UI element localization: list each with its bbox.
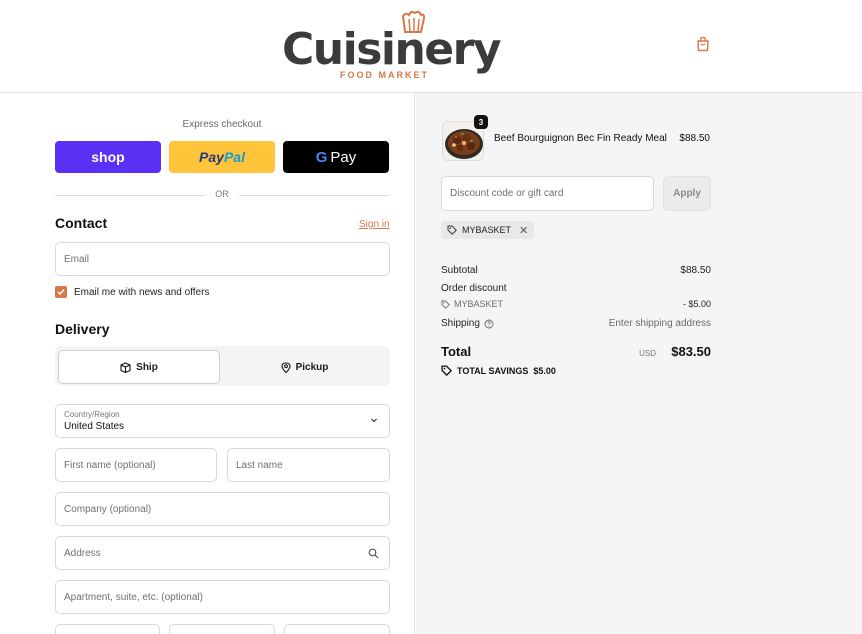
location-pin-icon [281,361,291,373]
city-field[interactable] [55,624,160,634]
tag-icon [447,225,457,235]
tab-pickup-label: Pickup [295,361,329,373]
tag-icon [441,365,452,376]
checkmark-icon [57,289,65,296]
google-pay-label: Pay [330,148,357,166]
address-field[interactable] [55,536,390,570]
brand-tagline: FOOD MARKET [340,70,429,80]
address-input[interactable] [64,547,389,559]
newsletter-option[interactable]: Email me with news and offers [55,286,209,298]
subtotal-label: Subtotal [441,265,478,276]
chevron-down-icon [371,418,377,423]
shop-pay-label: shop [91,149,125,165]
paypal-button[interactable]: Pay Pal [169,141,275,173]
shopping-bag-icon[interactable] [695,36,711,52]
country-value: United States [64,421,125,432]
total-value: $83.50 [671,344,711,359]
remove-discount-icon[interactable]: ✕ [519,224,528,237]
email-input[interactable] [64,253,389,265]
or-divider: OR [55,189,389,201]
company-field[interactable] [55,492,390,526]
shipping-label: Shipping [441,318,480,329]
box-icon [120,361,131,373]
last-name-field[interactable] [227,448,390,482]
shop-pay-button[interactable]: shop [55,141,161,173]
total-currency: USD [639,349,656,358]
apply-discount-button[interactable]: Apply [663,176,711,211]
paypal-label-b: Pal [223,149,245,165]
total-savings: TOTAL SAVINGS $5.00 [441,365,556,376]
site-header: Cuisinery FOOD MARKET [0,0,862,93]
discount-value: - $5.00 [682,299,711,309]
discount-code-input[interactable] [450,188,653,199]
discount-code-field[interactable] [441,176,654,211]
order-discount-label: Order discount [441,283,507,294]
google-pay-button[interactable]: G Pay [283,141,389,173]
sign-in-link[interactable]: Sign in [359,219,390,230]
savings-label: TOTAL SAVINGS [457,365,529,376]
savings-value: $5.00 [533,365,556,376]
zip-field[interactable] [284,624,390,634]
tab-ship-label: Ship [136,361,158,373]
tag-icon [441,299,450,309]
country-label: Country/Region [64,410,120,419]
company-input[interactable] [64,503,389,515]
quantity-badge: 3 [474,115,488,129]
newsletter-label: Email me with news and offers [74,286,210,298]
discount-code-detail: MYBASKET [441,299,503,309]
subtotal-value: $88.50 [680,265,711,276]
contact-title: Contact [55,215,108,231]
paypal-label-a: Pay [199,149,224,165]
shipping-label-group: Shipping [441,318,494,329]
brand-name: Cuisinery [282,24,502,75]
state-field[interactable] [169,624,275,634]
delivery-title: Delivery [55,321,110,337]
checkout-form-column: Express checkout shop Pay Pal G Pay OR Co… [0,93,415,634]
first-name-input[interactable] [64,459,216,471]
country-select[interactable]: Country/Region United States [55,404,390,438]
applied-discount-chip: MYBASKET ✕ [441,221,535,239]
product-name: Beef Bourguignon Bec Fin Ready Meal [494,133,667,144]
google-g-icon: G [315,148,328,166]
product-price: $88.50 [679,133,710,144]
apartment-field[interactable] [55,580,390,614]
cuisinery-logo[interactable]: Cuisinery FOOD MARKET [282,10,502,82]
help-circle-icon[interactable] [484,319,494,329]
applied-code-label: MYBASKET [462,225,512,235]
apartment-input[interactable] [64,591,389,603]
tab-ship[interactable]: Ship [58,350,220,384]
tab-pickup[interactable]: Pickup [222,350,387,384]
or-text: OR [215,189,229,199]
discount-code-name: MYBASKET [454,299,504,309]
total-label: Total [441,344,472,359]
first-name-field[interactable] [55,448,217,482]
order-summary-column [416,93,862,634]
newsletter-checkbox[interactable] [55,286,67,298]
last-name-input[interactable] [236,459,389,471]
email-field[interactable] [55,242,390,276]
express-checkout-label: Express checkout [182,119,262,130]
shipping-value: Enter shipping address [608,318,711,329]
delivery-method-tabs: Ship Pickup [55,346,390,386]
search-icon [368,548,379,559]
